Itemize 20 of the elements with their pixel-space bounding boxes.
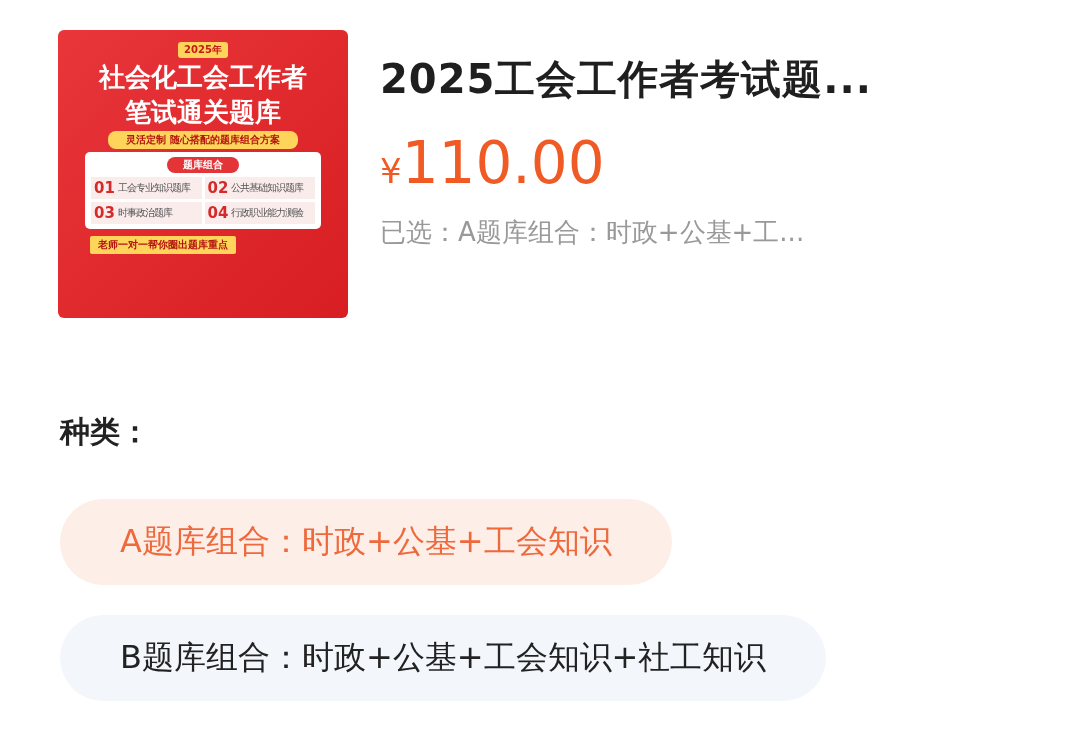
product-title: 2025工会工作者考试题... [380, 55, 872, 104]
module-name: 工会专业知识题库 [117, 181, 190, 195]
price: 110.00 [401, 129, 605, 197]
module-number: 03 [94, 204, 115, 222]
module-name: 时事政治题库 [117, 206, 172, 220]
module-name: 行政职业能力测验 [231, 206, 304, 220]
currency-symbol: ¥ [380, 151, 402, 191]
cover-tagline: 灵活定制 随心搭配的题库组合方案 [108, 131, 298, 149]
module-number: 02 [207, 179, 229, 197]
cover-title: 社会化工会工作者 [99, 61, 307, 93]
cover-footer: 老师一对一帮你圈出题库重点 [90, 236, 236, 254]
cover-title: 笔试通关题库 [125, 96, 281, 128]
selected-summary: 已选：A题库组合：时政+公基+工... [380, 216, 806, 249]
module-name: 公共基础知识题库 [231, 181, 304, 195]
year-label: 2025年 [178, 42, 228, 58]
module-number: 04 [207, 204, 229, 222]
cover-section-title: 题库组合 [167, 157, 239, 173]
variant-option[interactable]: B题库组合：时政+公基+工会知识+社工知识 [60, 615, 827, 701]
variant-label: 种类： [60, 413, 150, 451]
module-number: 01 [94, 179, 115, 197]
